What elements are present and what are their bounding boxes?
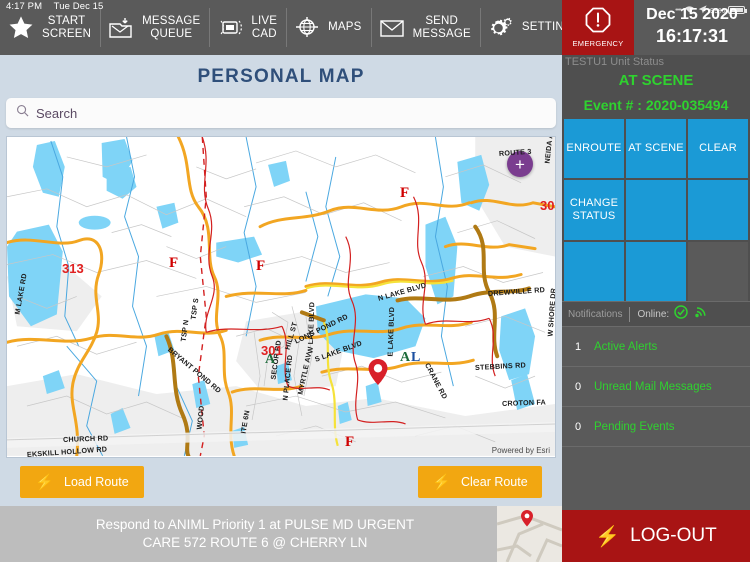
emergency-button[interactable]: EMERGENCY: [562, 0, 634, 55]
toolbar-item-message-queue[interactable]: MESSAGE QUEUE: [100, 0, 209, 55]
map-attribution: Powered by Esri: [491, 446, 550, 455]
incident-map-pin[interactable]: [368, 359, 388, 390]
toolbar-label-maps: MAPS: [328, 21, 362, 33]
load-route-label: Load Route: [64, 475, 129, 489]
map-marker-f[interactable]: F: [345, 434, 354, 451]
map-street-label: CHURCH RD: [62, 433, 109, 444]
tile-change-status-label: CHANGE STATUS: [569, 196, 619, 222]
pending-events-label: Pending Events: [594, 420, 675, 433]
status-tile-grid: ENROUTE AT SCENE CLEAR CHANGE STATUS: [562, 119, 750, 301]
map-marker-f[interactable]: F: [400, 185, 409, 202]
unread-mail-label: Unread Mail Messages: [594, 380, 712, 393]
clear-route-label: Clear Route: [460, 475, 528, 489]
emergency-label: EMERGENCY: [572, 39, 624, 48]
status-time: 4:17 PM: [6, 1, 43, 12]
logout-label: LOG-OUT: [630, 525, 717, 546]
tile-change-status[interactable]: CHANGE STATUS: [564, 180, 624, 240]
envelope-icon: [377, 13, 407, 43]
tile-empty: [688, 241, 748, 301]
star-icon: [6, 13, 36, 43]
main-content-area: 4:17 PM Tue Dec 15 START SCREEN MESSAGE …: [0, 0, 581, 562]
bolt-icon: ⚡: [595, 525, 621, 548]
map-marker-a[interactable]: A: [400, 350, 410, 366]
search-placeholder: Search: [36, 105, 78, 121]
map-graphics: [7, 137, 555, 456]
active-alerts-label: Active Alerts: [594, 340, 658, 353]
active-alerts-count: 1: [574, 340, 582, 353]
incident-banner-text: Respond to ANIML Priority 1 at PULSE MD …: [0, 516, 562, 552]
page-title: PERSONAL MAP: [0, 55, 562, 98]
tile-at-scene[interactable]: AT SCENE: [626, 119, 686, 179]
tile-blank-2[interactable]: [688, 180, 748, 240]
toolbar-item-maps[interactable]: MAPS: [286, 0, 370, 55]
event-number: Event # : 2020-035494: [562, 97, 750, 119]
ios-status-left: 4:17 PM Tue Dec 15: [6, 1, 112, 12]
bolt-icon: ⚡: [432, 474, 451, 491]
toolbar-label-start-screen: START SCREEN: [42, 14, 92, 40]
gears-icon: [486, 13, 516, 43]
unit-status-label: TESTU1 Unit Status: [562, 55, 750, 72]
tile-blank-4[interactable]: [626, 241, 686, 301]
header-time: 16:17:31: [655, 26, 729, 46]
notification-row-pending-events[interactable]: 0 Pending Events: [562, 407, 750, 447]
unit-status-value: AT SCENE: [562, 72, 750, 97]
map-marker-a[interactable]: A: [265, 352, 275, 368]
top-toolbar: 4:17 PM Tue Dec 15 START SCREEN MESSAGE …: [0, 0, 581, 55]
pending-events-count: 0: [574, 420, 582, 433]
notification-row-unread-mail[interactable]: 0 Unread Mail Messages: [562, 367, 750, 407]
tile-clear[interactable]: CLEAR: [688, 119, 748, 179]
map-canvas[interactable]: + Powered by Esri LONG POND RD CRANE RD DR…: [6, 136, 556, 458]
map-street-label: W LAKE BLVD: [305, 301, 317, 354]
map-marker-f[interactable]: F: [256, 258, 265, 275]
bolt-icon: ⚡: [35, 474, 55, 491]
incident-line-2: CARE 572 ROUTE 6 @ CHERRY LN: [142, 535, 368, 550]
toolbar-item-send-message[interactable]: SEND MESSAGE: [370, 0, 480, 55]
online-label: Online:: [637, 308, 670, 320]
toolbar-label-send-message: SEND MESSAGE: [412, 14, 471, 40]
notifications-header: Notifications Online:: [562, 301, 750, 327]
map-route-shield: 303: [540, 198, 555, 213]
unread-mail-count: 0: [574, 380, 582, 393]
load-route-button[interactable]: ⚡ Load Route: [20, 466, 144, 498]
live-cad-monitor-icon: [215, 13, 245, 43]
header-date: Dec 15 2020: [646, 6, 738, 23]
map-street-label: CROTON FA: [501, 397, 547, 408]
clear-route-button[interactable]: ⚡ Clear Route: [418, 466, 542, 498]
map-street-label: E LAKE BLVD: [385, 306, 397, 357]
emergency-octagon-icon: [585, 7, 611, 38]
incident-line-1: Respond to ANIML Priority 1 at PULSE MD …: [95, 517, 415, 532]
open-folder-envelope-icon: [106, 13, 136, 43]
toolbar-label-live-cad: LIVE CAD: [251, 14, 278, 40]
tile-enroute[interactable]: ENROUTE: [564, 119, 624, 179]
search-container: Search: [0, 98, 562, 136]
tile-blank-1[interactable]: [626, 180, 686, 240]
logout-button[interactable]: ⚡ LOG-OUT: [562, 510, 750, 562]
map-marker-f[interactable]: F: [169, 255, 178, 272]
toolbar-label-message-queue: MESSAGE QUEUE: [142, 14, 201, 40]
online-check-icon: [674, 304, 688, 324]
notification-row-active-alerts[interactable]: 1 Active Alerts: [562, 327, 750, 367]
search-input[interactable]: Search: [6, 98, 556, 128]
tile-blank-3[interactable]: [564, 241, 624, 301]
status-date: Tue Dec 15: [53, 1, 104, 12]
right-panel-header: EMERGENCY •••• 99% Dec 15 2020 16:17:31: [562, 0, 750, 55]
toolbar-item-live-cad[interactable]: LIVE CAD: [209, 0, 286, 55]
map-marker-l[interactable]: L: [411, 350, 420, 366]
application-window: 4:17 PM Tue Dec 15 START SCREEN MESSAGE …: [0, 0, 750, 562]
route-button-bar: ⚡ Load Route ⚡ Clear Route: [0, 466, 562, 504]
globe-crosshair-icon: [292, 13, 322, 43]
search-icon: [16, 104, 29, 122]
signal-broadcast-icon: [693, 305, 707, 324]
incident-map-thumbnail[interactable]: [497, 506, 562, 562]
right-status-panel: EMERGENCY •••• 99% Dec 15 2020 16:17:31 …: [562, 0, 750, 562]
map-route-shield: 313: [62, 261, 84, 276]
divider: [629, 306, 631, 322]
notifications-label: Notifications: [568, 308, 623, 320]
incident-banner[interactable]: Respond to ANIML Priority 1 at PULSE MD …: [0, 506, 562, 562]
